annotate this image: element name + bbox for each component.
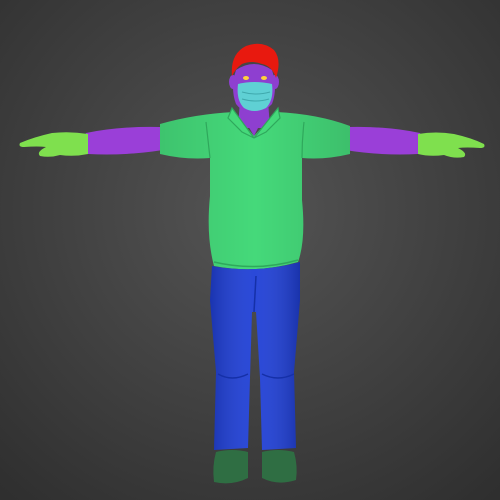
shirt-shading xyxy=(160,112,350,270)
right-eye xyxy=(261,76,267,80)
face-mask xyxy=(237,82,273,111)
left-eye xyxy=(243,76,249,80)
right-sleeve-arm xyxy=(345,126,423,155)
left-shoe xyxy=(213,450,248,484)
3d-viewport xyxy=(0,0,500,500)
left-hand xyxy=(19,132,88,157)
left-sleeve-arm xyxy=(83,126,163,155)
character-model xyxy=(19,43,485,484)
right-hand xyxy=(418,132,485,158)
right-shoe xyxy=(262,450,297,483)
left-ear xyxy=(229,75,237,89)
